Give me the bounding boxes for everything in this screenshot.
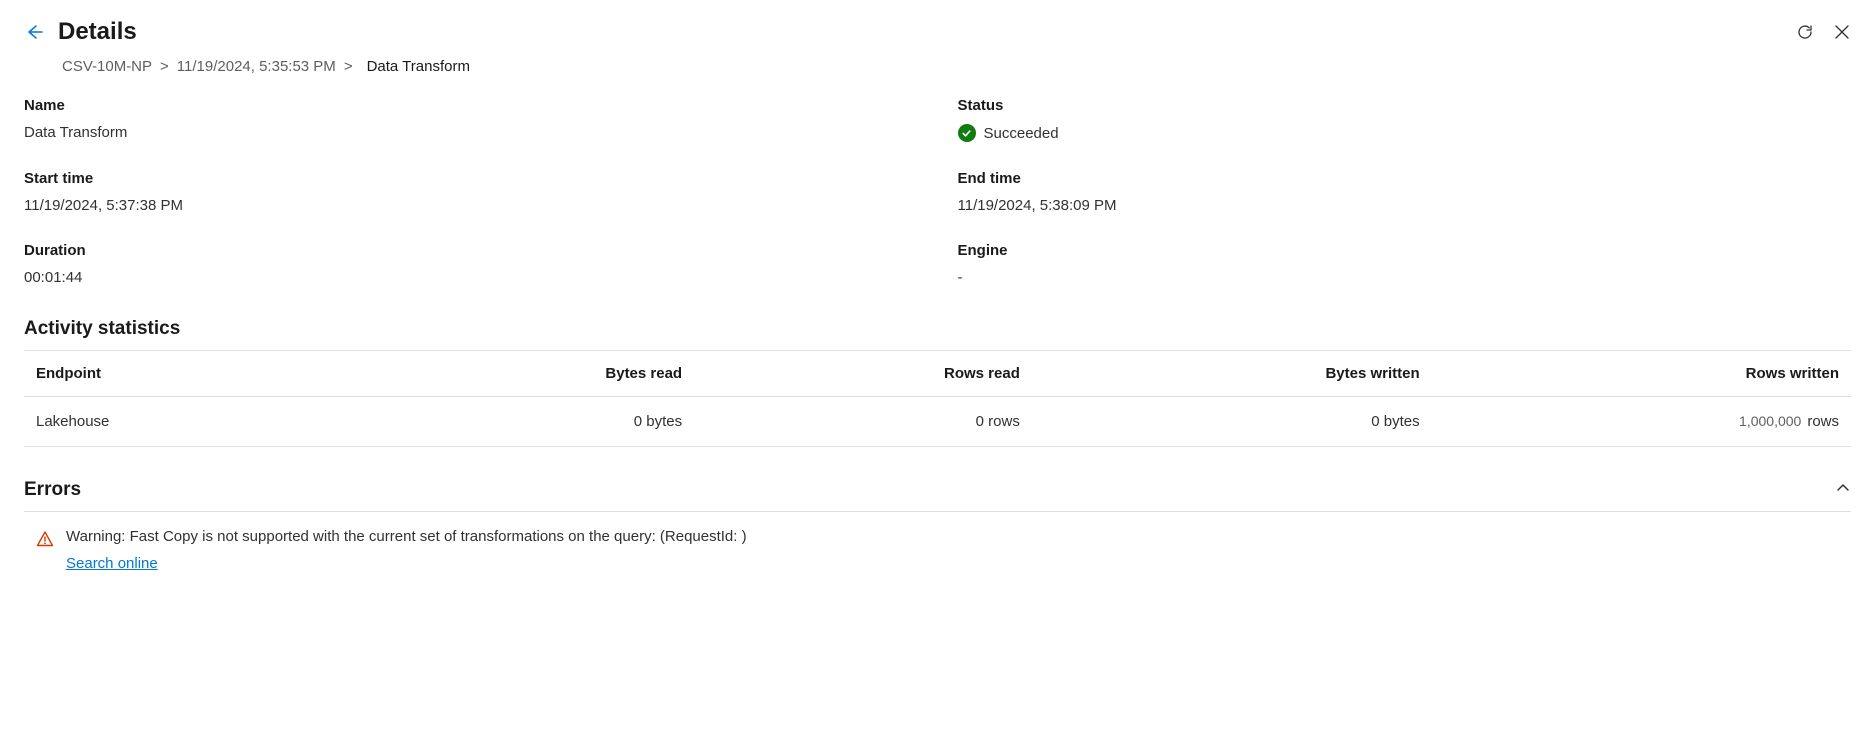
name-label: Name	[24, 97, 918, 114]
start-time-value: 11/19/2024, 5:37:38 PM	[24, 197, 918, 214]
end-time-value: 11/19/2024, 5:38:09 PM	[958, 197, 1852, 214]
back-button[interactable]	[24, 22, 44, 42]
col-endpoint: Endpoint	[24, 351, 353, 397]
cell-endpoint: Lakehouse	[24, 397, 353, 447]
field-status: Status Succeeded	[958, 97, 1852, 142]
start-time-label: Start time	[24, 170, 918, 187]
search-online-link[interactable]: Search online	[66, 555, 747, 572]
field-start-time: Start time 11/19/2024, 5:37:38 PM	[24, 170, 918, 214]
breadcrumb-separator: >	[344, 58, 353, 75]
field-engine: Engine -	[958, 242, 1852, 286]
col-rows-read: Rows read	[694, 351, 1032, 397]
page-title: Details	[58, 18, 137, 46]
col-rows-written: Rows written	[1432, 351, 1851, 397]
refresh-button[interactable]	[1795, 22, 1815, 42]
activity-statistics-table: Endpoint Bytes read Rows read Bytes writ…	[24, 350, 1851, 447]
rows-written-unit: rows	[1807, 413, 1839, 430]
engine-label: Engine	[958, 242, 1852, 259]
field-end-time: End time 11/19/2024, 5:38:09 PM	[958, 170, 1852, 214]
activity-statistics-title: Activity statistics	[24, 318, 1851, 340]
name-value: Data Transform	[24, 124, 918, 141]
rows-written-number: 1,000,000	[1739, 413, 1801, 429]
status-label: Status	[958, 97, 1852, 114]
breadcrumb-timestamp[interactable]: 11/19/2024, 5:35:53 PM	[177, 58, 336, 75]
end-time-label: End time	[958, 170, 1852, 187]
field-name: Name Data Transform	[24, 97, 918, 142]
cell-bytes-written: 0 bytes	[1032, 397, 1432, 447]
cell-rows-read: 0 rows	[694, 397, 1032, 447]
table-row: Lakehouse 0 bytes 0 rows 0 bytes 1,000,0…	[24, 397, 1851, 447]
engine-value: -	[958, 269, 1852, 286]
status-value: Succeeded	[984, 125, 1059, 142]
col-bytes-read: Bytes read	[353, 351, 694, 397]
warning-icon	[36, 530, 54, 553]
collapse-errors-button[interactable]	[1835, 480, 1851, 501]
field-duration: Duration 00:01:44	[24, 242, 918, 286]
error-item: Warning: Fast Copy is not supported with…	[24, 512, 1851, 572]
cell-bytes-read: 0 bytes	[353, 397, 694, 447]
breadcrumb-separator: >	[160, 58, 169, 75]
cell-rows-written: 1,000,000 rows	[1432, 397, 1851, 447]
breadcrumb: CSV-10M-NP > 11/19/2024, 5:35:53 PM > Da…	[62, 58, 1851, 75]
error-message: Warning: Fast Copy is not supported with…	[66, 528, 747, 545]
col-bytes-written: Bytes written	[1032, 351, 1432, 397]
breadcrumb-parent[interactable]: CSV-10M-NP	[62, 58, 152, 75]
close-button[interactable]	[1833, 23, 1851, 41]
duration-label: Duration	[24, 242, 918, 259]
errors-title: Errors	[24, 479, 81, 501]
breadcrumb-current: Data Transform	[367, 58, 470, 75]
success-icon	[958, 124, 976, 142]
duration-value: 00:01:44	[24, 269, 918, 286]
